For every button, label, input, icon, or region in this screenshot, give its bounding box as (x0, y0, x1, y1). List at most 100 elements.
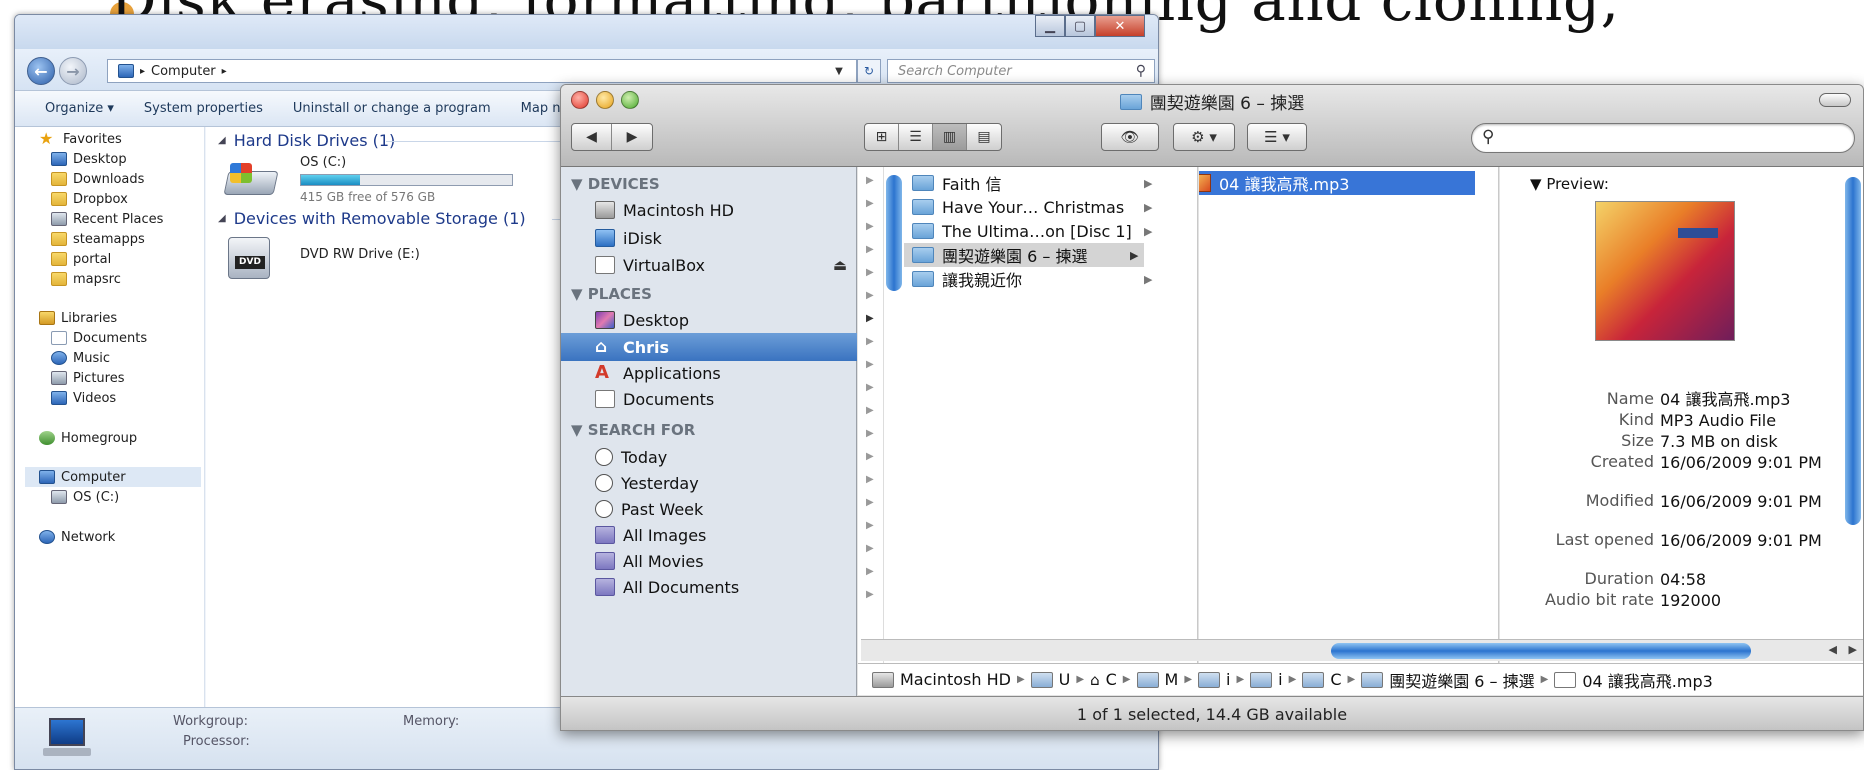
nav-os-c[interactable]: OS (C:) (51, 487, 119, 507)
nav-lib-music[interactable]: Music (51, 348, 110, 368)
drive-os-name[interactable]: OS (C:) (300, 155, 346, 170)
clock-icon (595, 474, 613, 492)
file-04-mp3[interactable]: 04 讓我高飛.mp3 (1199, 171, 1475, 195)
section-hard-disk-drives[interactable]: ◢ Hard Disk Drives (1) (218, 131, 395, 150)
toolbar-toggle-button[interactable] (1819, 93, 1851, 107)
forward-button[interactable]: → (59, 57, 87, 85)
meta-last-opened-value: 16/06/2009 9:01 PM (1660, 531, 1822, 550)
nav-homegroup[interactable]: Homegroup (39, 428, 137, 448)
audio-file-icon (1554, 671, 1577, 688)
nav-computer[interactable]: Computer (25, 467, 201, 487)
sidebar-item-virtualbox[interactable]: VirtualBox ⏏ (561, 251, 857, 279)
sidebar-item-macintosh-hd[interactable]: Macintosh HD (561, 196, 857, 224)
sidebar-item-yesterday[interactable]: Yesterday (561, 469, 857, 497)
folder-the-ultimate-disc-1[interactable]: The Ultima…on [Disc 1] ▶ (912, 219, 1152, 243)
scroll-right-arrow-icon[interactable]: ▶ (1849, 643, 1857, 656)
sidebar-item-chris[interactable]: ⌂ Chris (561, 333, 857, 361)
horizontal-scrollbar[interactable]: ◀ ▶ (861, 639, 1863, 661)
nav-favorites[interactable]: ★ Favorites (39, 129, 122, 149)
path-chris[interactable]: C (1106, 670, 1117, 689)
back-button[interactable]: ← (27, 57, 55, 85)
path-itunes-music[interactable]: i (1278, 670, 1282, 689)
sidebar-header-places[interactable]: ▼ PLACES (571, 285, 652, 303)
sidebar-item-all-movies[interactable]: All Movies (561, 547, 857, 575)
folder-fellowship-6[interactable]: 團契遊樂園 6 – 揀選 ▶ (904, 243, 1144, 267)
scroll-left-arrow-icon[interactable]: ◀ (1829, 643, 1837, 656)
path-users[interactable]: U (1059, 670, 1071, 689)
drive-dvd-name[interactable]: DVD RW Drive (E:) (300, 247, 420, 262)
nav-portal[interactable]: portal (51, 249, 111, 269)
address-bar[interactable]: ▸ Computer ▸ (107, 59, 857, 83)
downloads-folder-icon (51, 172, 67, 186)
search-input[interactable]: Search Computer ⚲ (887, 59, 1155, 83)
path-itunes[interactable]: i (1226, 670, 1230, 689)
meta-created-value: 16/06/2009 9:01 PM (1660, 453, 1822, 472)
forward-button[interactable]: ▶ (612, 124, 652, 150)
sidebar-item-past-week[interactable]: Past Week (561, 495, 857, 523)
sidebar-item-applications[interactable]: A Applications (561, 359, 857, 387)
sidebar-header-devices[interactable]: ▼ DEVICES (571, 175, 660, 193)
sidebar-item-desktop[interactable]: Desktop (561, 306, 857, 334)
nav-lib-videos[interactable]: Videos (51, 388, 116, 408)
folder-have-your-christmas[interactable]: Have Your… Christmas ▶ (912, 195, 1152, 219)
music-icon (51, 351, 67, 365)
folder-faith[interactable]: Faith 信 ▶ (912, 171, 1152, 195)
path-music[interactable]: M (1165, 670, 1179, 689)
folder-icon (51, 192, 67, 206)
sidebar-item-all-images[interactable]: All Images (561, 521, 857, 549)
action-menu-button[interactable]: ⚙ ▾ (1173, 123, 1235, 151)
nav-dropbox[interactable]: Dropbox (51, 189, 128, 209)
sidebar-item-today[interactable]: Today (561, 443, 857, 471)
path-artist[interactable]: C (1330, 670, 1341, 689)
refresh-button[interactable]: ↻ (857, 59, 881, 83)
nav-libraries[interactable]: Libraries (39, 308, 117, 328)
path-album[interactable]: 團契遊樂園 6 – 揀選 (1389, 668, 1534, 692)
organize-button[interactable]: Organize ▾ (45, 101, 114, 116)
arrange-menu-button[interactable]: ☰ ▾ (1247, 123, 1307, 151)
path-file[interactable]: 04 讓我高飛.mp3 (1582, 668, 1712, 692)
preview-header[interactable]: ▼ Preview: (1530, 175, 1609, 193)
section-removable-storage[interactable]: ◢ Devices with Removable Storage (1) (218, 209, 526, 228)
nav-lib-pictures[interactable]: Pictures (51, 368, 124, 388)
column-scrollbar-thumb[interactable] (886, 175, 902, 291)
nav-recent-places[interactable]: Recent Places (51, 209, 163, 229)
nav-downloads[interactable]: Downloads (51, 169, 144, 189)
sidebar-item-all-documents[interactable]: All Documents (561, 573, 857, 601)
search-field[interactable]: ⚲ (1471, 123, 1855, 153)
applications-icon: A (595, 362, 609, 383)
back-button[interactable]: ◀ (572, 124, 612, 150)
sidebar-header-search-for[interactable]: ▼ SEARCH FOR (571, 421, 695, 439)
folder-icon (1030, 671, 1053, 688)
nav-network[interactable]: Network (39, 527, 115, 547)
nav-desktop[interactable]: Desktop (51, 149, 127, 169)
maximize-button[interactable]: ▢ (1065, 15, 1095, 37)
list-view-button[interactable]: ☰ (899, 124, 933, 150)
breadcrumb-computer[interactable]: Computer (151, 64, 216, 79)
preview-scrollbar-thumb[interactable] (1845, 177, 1861, 525)
gear-icon: ⚙ ▾ (1191, 128, 1217, 146)
system-properties-button[interactable]: System properties (144, 101, 263, 116)
minimize-button[interactable]: ▁ (1035, 15, 1065, 37)
folder-draw-me-close[interactable]: 讓我親近你 ▶ (912, 267, 1152, 291)
address-dropdown-icon[interactable]: ▼ (830, 59, 848, 83)
hard-drive-icon (872, 671, 894, 688)
uninstall-program-button[interactable]: Uninstall or change a program (293, 101, 491, 116)
path-macintosh-hd[interactable]: Macintosh HD (900, 670, 1011, 689)
nav-lib-documents[interactable]: Documents (51, 328, 147, 348)
icon-view-button[interactable]: ⊞ (865, 124, 899, 150)
eject-icon[interactable]: ⏏ (833, 256, 847, 274)
computer-icon (43, 718, 91, 758)
close-button[interactable]: ✕ (1095, 15, 1145, 37)
finder-column-albums: ▶ ▶ ▶ ▶ ▶ ▶ ▶ ▶ ▶ ▶ ▶ ▶ ▶ ▶ ▶ ▶ ▶ ▶ ▶ Fa… (858, 167, 1198, 677)
sidebar-item-idisk[interactable]: iDisk (561, 224, 857, 252)
smart-folder-icon (595, 578, 615, 596)
meta-modified-value: 16/06/2009 9:01 PM (1660, 492, 1822, 511)
clock-icon (595, 500, 613, 518)
sidebar-item-documents[interactable]: Documents (561, 385, 857, 413)
column-view-button[interactable]: ▥ (933, 124, 967, 150)
nav-mapsrc[interactable]: mapsrc (51, 269, 121, 289)
nav-steamapps[interactable]: steamapps (51, 229, 145, 249)
coverflow-view-button[interactable]: ▤ (967, 124, 1001, 150)
horizontal-scroll-thumb[interactable] (1331, 643, 1751, 659)
quick-look-button[interactable]: 👁 (1101, 123, 1159, 151)
